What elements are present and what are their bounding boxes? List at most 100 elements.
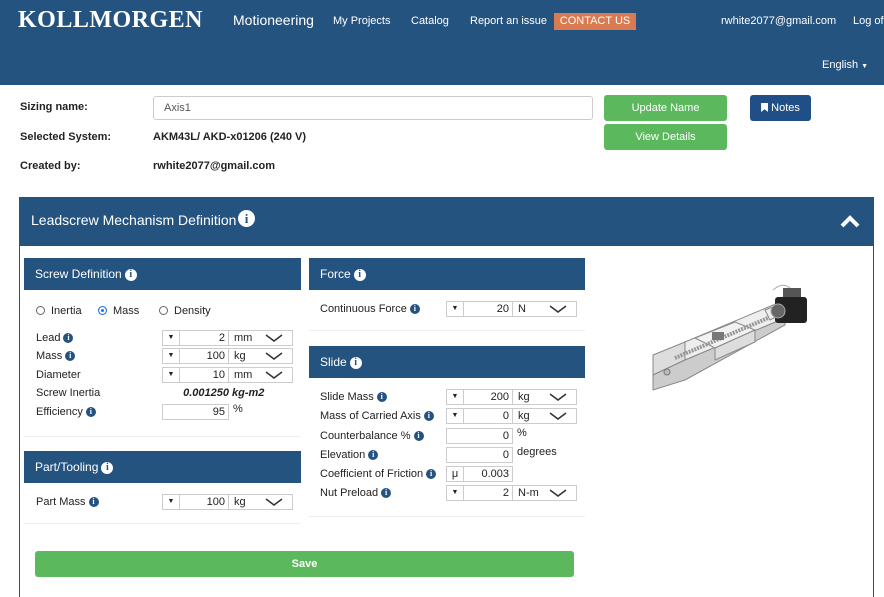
value-input[interactable]: 100 [179,494,229,510]
field-label: Elevation i [320,447,379,463]
info-icon[interactable]: i [349,356,362,369]
chevron-down-icon [265,352,283,360]
nav-my-projects[interactable]: My Projects [333,15,390,27]
label-text: Mass [36,350,63,362]
user-email-link[interactable]: rwhite2077@gmail.com [721,15,836,27]
chevron-down-icon [549,489,567,497]
unit-menu-button[interactable]: ▼ [162,367,180,383]
notes-button[interactable]: Notes [750,95,811,121]
radio-mass[interactable] [98,306,107,315]
unit-select[interactable]: N-m [512,485,577,501]
unit-select[interactable]: N [512,301,577,317]
field-label: Part Mass i [36,494,99,510]
info-icon[interactable]: i [381,488,392,499]
save-button[interactable]: Save [35,551,574,577]
friction-mu-label: μ [446,466,464,482]
section-title: Slide [320,355,347,369]
created-by-value: rwhite2077@gmail.com [153,160,275,172]
info-icon[interactable]: i [101,461,114,474]
info-icon[interactable]: i [85,407,96,418]
unit-label: % [233,403,243,415]
value-input[interactable]: 0 [463,408,513,424]
unit-menu-button[interactable]: ▼ [162,494,180,510]
logout-link[interactable]: Log of [853,15,884,27]
field-label: Continuous Force i [320,301,420,317]
screw-inertia-value: 0.001250 [183,387,229,399]
contact-us-button[interactable]: CONTACT US [554,13,636,30]
field-label: Counterbalance % i [320,428,424,444]
view-details-button[interactable]: View Details [604,124,727,150]
value-input[interactable]: 2 [463,485,513,501]
created-by-label: Created by: [20,160,81,172]
unit-menu-button[interactable]: ▼ [446,301,464,317]
radio-label: Inertia [51,305,82,317]
value-input[interactable]: 0.003 [463,466,513,482]
info-icon[interactable]: i [376,392,387,403]
field-label: Nut Preload i [320,485,392,501]
value-input[interactable]: 200 [463,389,513,405]
radio-inertia[interactable] [36,306,45,315]
value-input[interactable]: 10 [179,367,229,383]
value-input[interactable]: 20 [463,301,513,317]
radio-label: Mass [113,305,140,317]
info-icon[interactable]: i [368,450,379,461]
unit-select[interactable]: kg [512,408,577,424]
chevron-up-icon[interactable] [839,214,861,228]
field-label: Screw Inertia [36,385,100,401]
value-input[interactable]: 0 [446,447,513,463]
field-label: Diameter [36,367,81,383]
info-icon[interactable]: i [423,411,434,422]
language-label: English [822,59,859,71]
app-name-link[interactable]: Motioneering [233,12,314,28]
unit-value: kg [518,391,530,403]
unit-select[interactable]: mm [228,330,293,346]
nav-report-issue[interactable]: Report an issue [470,15,547,27]
info-icon[interactable]: i [238,210,255,227]
value-input[interactable]: 95 [162,404,229,420]
chevron-down-icon [265,498,283,506]
unit-menu-button[interactable]: ▼ [446,389,464,405]
panel-title: Leadscrew Mechanism Definition [31,212,237,228]
value-input[interactable]: 2 [179,330,229,346]
chevron-down-icon [265,371,283,379]
screw-section-header: Screw Definition i [24,258,301,290]
chevron-down-icon [549,412,567,420]
sizing-name-input[interactable] [153,96,593,120]
radio-label: Density [174,305,211,317]
value-input[interactable]: 0 [446,428,513,444]
slide-section-header: Slide i [309,346,585,378]
section-divider [24,436,301,437]
bookmark-icon [761,103,769,112]
unit-value: kg [234,496,246,508]
part-section-header: Part/Tooling i [24,451,301,483]
value-input[interactable]: 100 [179,348,229,364]
info-icon[interactable]: i [124,268,137,281]
unit-select[interactable]: kg [228,348,293,364]
unit-select[interactable]: mm [228,367,293,383]
label-text: Coefficient of Friction [320,468,424,480]
unit-select[interactable]: kg [228,494,293,510]
leadscrew-slide-image [652,284,807,391]
label-text: Part Mass [36,496,86,508]
field-label: Lead i [36,330,74,346]
info-icon[interactable]: i [353,268,366,281]
unit-menu-button[interactable]: ▼ [446,408,464,424]
info-icon[interactable]: i [413,431,424,442]
update-name-button[interactable]: Update Name [604,95,727,121]
language-dropdown[interactable]: English ▼ [822,59,868,71]
unit-value: kg [234,350,246,362]
radio-density[interactable] [159,306,168,315]
unit-menu-button[interactable]: ▼ [446,485,464,501]
unit-value: kg [518,410,530,422]
label-text: Elevation [320,449,366,461]
unit-select[interactable]: kg [512,389,577,405]
info-icon[interactable]: i [65,351,76,362]
info-icon[interactable]: i [426,469,437,480]
kollmorgen-logo[interactable]: KOLLMORGEN [18,7,203,34]
info-icon[interactable]: i [409,304,420,315]
unit-menu-button[interactable]: ▼ [162,348,180,364]
nav-catalog[interactable]: Catalog [411,15,449,27]
unit-menu-button[interactable]: ▼ [162,330,180,346]
info-icon[interactable]: i [88,497,99,508]
info-icon[interactable]: i [63,333,74,344]
